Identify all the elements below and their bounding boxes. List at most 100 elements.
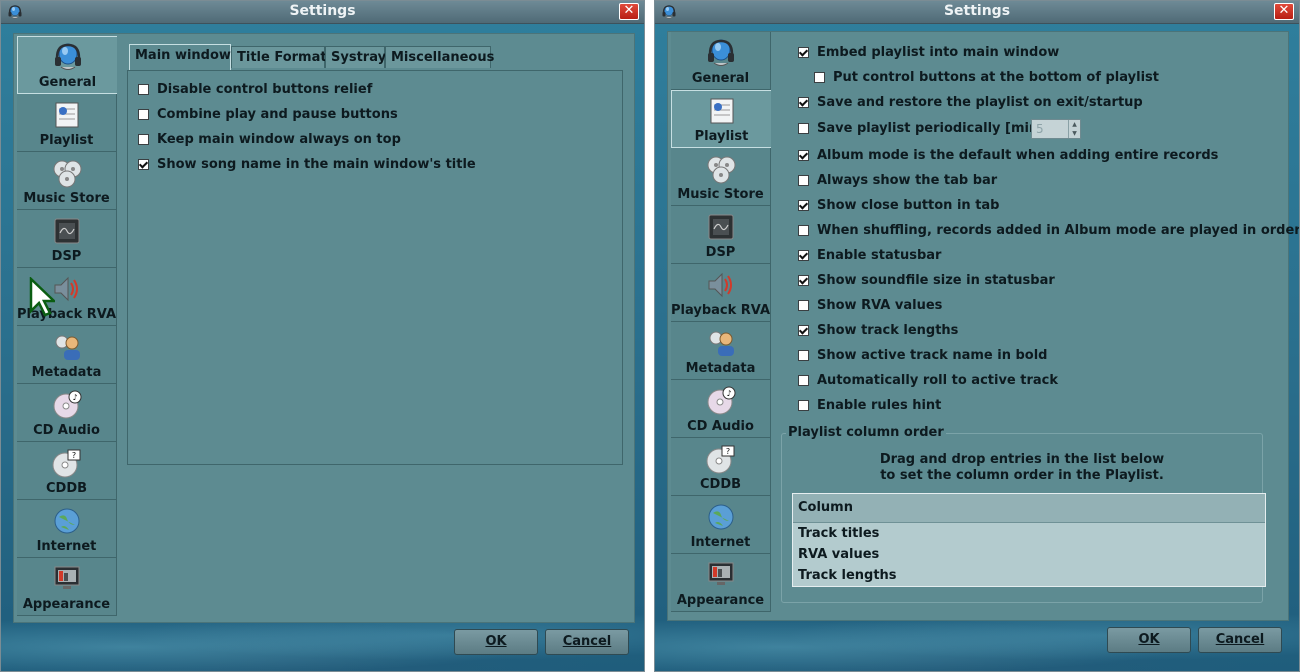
sidebar-item-general[interactable]: General [17, 36, 117, 94]
sidebar-item-appearance[interactable]: Appearance [671, 554, 771, 612]
checkbox-unchecked[interactable] [798, 299, 809, 311]
save-interval-value: 5 [1036, 122, 1044, 136]
settings-sidebar: General Playlist Music Store DSP Playback RV… [671, 32, 771, 612]
option-row[interactable]: Disable control buttons relief [138, 80, 372, 98]
option-label: Enable rules hint [817, 397, 942, 413]
checkbox-unchecked[interactable] [798, 224, 809, 236]
checkbox-checked[interactable] [798, 96, 809, 108]
list-item[interactable]: Track lengths [793, 565, 1265, 586]
option-row[interactable]: Always show the tab bar [798, 171, 997, 189]
option-row[interactable]: Show active track name in bold [798, 346, 1047, 364]
sidebar-item-label: Internet [36, 539, 97, 554]
title-bar[interactable]: Settings ✕ [655, 1, 1299, 24]
checkbox-checked[interactable] [798, 149, 809, 161]
settings-window-general: Settings ✕ General Playlist Music Store DSP… [0, 0, 645, 672]
checkbox-checked[interactable] [798, 274, 809, 286]
option-row[interactable]: Show soundfile size in statusbar [798, 271, 1055, 289]
sidebar-item-cd-audio[interactable]: CD Audio [671, 380, 771, 438]
tab-miscellaneous[interactable]: Miscellaneous [385, 46, 494, 68]
column-header[interactable]: Column [793, 494, 1265, 523]
sidebar-item-cddb[interactable]: CDDB [17, 442, 117, 500]
option-row[interactable]: Album mode is the default when adding en… [798, 146, 1218, 164]
sidebar-item-appearance[interactable]: Appearance [17, 558, 117, 616]
sidebar-item-cd-audio[interactable]: CD Audio [17, 384, 117, 442]
window-title: Settings [943, 3, 1011, 19]
option-row[interactable]: When shuffling, records added in Album m… [798, 221, 1299, 239]
checkbox-checked[interactable] [798, 199, 809, 211]
metadata-person-icon [705, 327, 737, 359]
ok-button[interactable]: OK [454, 629, 538, 655]
option-row[interactable]: Automatically roll to active track [798, 371, 1058, 389]
cddb-icon [51, 447, 83, 479]
option-row[interactable]: Embed playlist into main window [798, 43, 1059, 61]
option-label: Show RVA values [817, 297, 943, 313]
checkbox-unchecked[interactable] [798, 374, 809, 386]
option-label: Always show the tab bar [817, 172, 998, 188]
title-bar[interactable]: Settings ✕ [1, 1, 644, 24]
globe-icon [51, 505, 83, 537]
cancel-button[interactable]: Cancel [1198, 627, 1282, 653]
checkbox-unchecked[interactable] [798, 122, 809, 134]
checkbox-checked[interactable] [138, 158, 149, 170]
option-row[interactable]: Keep main window always on top [138, 130, 401, 148]
checkbox-unchecked[interactable] [798, 349, 809, 361]
description-line-1: Drag and drop entries in the list below [879, 452, 1165, 467]
tab-main-window[interactable]: Main window [129, 44, 231, 70]
spin-arrows-icon[interactable]: ▲ ▼ [1068, 120, 1080, 138]
option-label: Show song name in the main window's titl… [157, 156, 476, 172]
sidebar-item-dsp[interactable]: DSP [17, 210, 117, 268]
list-item[interactable]: Track titles [793, 523, 1265, 544]
globe-icon [705, 501, 737, 533]
option-row[interactable]: Show close button in tab [798, 196, 1000, 214]
checkbox-unchecked[interactable] [138, 108, 149, 120]
checkbox-checked[interactable] [798, 46, 809, 58]
sidebar-item-metadata[interactable]: Metadata [671, 322, 771, 380]
checkbox-unchecked[interactable] [138, 83, 149, 95]
monitor-icon [51, 563, 83, 595]
music-store-icon [705, 153, 737, 185]
option-label: Put control buttons at the bottom of pla… [833, 69, 1159, 85]
checkbox-unchecked[interactable] [798, 174, 809, 186]
sidebar-item-cddb[interactable]: CDDB [671, 438, 771, 496]
sidebar-item-general[interactable]: General [671, 32, 771, 90]
option-row[interactable]: Show song name in the main window's titl… [138, 155, 476, 173]
sidebar-item-playback-rva[interactable]: Playback RVA [671, 264, 771, 322]
checkbox-unchecked[interactable] [798, 399, 809, 411]
option-row[interactable]: Combine play and pause buttons [138, 105, 398, 123]
sidebar-item-label: Playlist [39, 133, 94, 148]
headphones-icon [705, 37, 737, 69]
column-order-list[interactable]: Column Track titles RVA values Track len… [792, 493, 1266, 587]
sidebar-item-dsp[interactable]: DSP [671, 206, 771, 264]
checkbox-unchecked[interactable] [138, 133, 149, 145]
sidebar-item-label: CDDB [699, 477, 742, 492]
save-interval-spinbox[interactable]: 5 ▲ ▼ [1031, 119, 1081, 139]
option-row[interactable]: Show RVA values [798, 296, 942, 314]
sidebar-item-internet[interactable]: Internet [671, 496, 771, 554]
tab-title-format[interactable]: Title Format [231, 46, 327, 68]
close-button[interactable]: ✕ [1274, 3, 1294, 20]
option-label: Show track lengths [817, 322, 959, 338]
checkbox-checked[interactable] [798, 324, 809, 336]
option-row[interactable]: Show track lengths [798, 321, 958, 339]
option-label: Enable statusbar [817, 247, 942, 263]
tab-systray[interactable]: Systray [325, 46, 386, 68]
option-row[interactable]: Save and restore the playlist on exit/st… [798, 93, 1143, 111]
option-row[interactable]: Enable statusbar [798, 246, 941, 264]
cancel-button[interactable]: Cancel [545, 629, 629, 655]
close-button[interactable]: ✕ [619, 3, 639, 20]
tab-page-main-window: Disable control buttons relief Combine pl… [127, 70, 623, 465]
ok-button[interactable]: OK [1107, 627, 1191, 653]
checkbox-checked[interactable] [798, 249, 809, 261]
sidebar-item-metadata[interactable]: Metadata [17, 326, 117, 384]
list-item[interactable]: RVA values [793, 544, 1265, 565]
sidebar-item-music-store[interactable]: Music Store [671, 148, 771, 206]
option-row[interactable]: Put control buttons at the bottom of pla… [814, 68, 1159, 86]
checkbox-unchecked[interactable] [814, 71, 825, 83]
option-row[interactable]: Save playlist periodically [min]: [798, 119, 1049, 137]
sidebar-item-playlist[interactable]: Playlist [671, 90, 771, 148]
option-row[interactable]: Enable rules hint [798, 396, 941, 414]
sidebar-item-playlist[interactable]: Playlist [17, 94, 117, 152]
sidebar-item-internet[interactable]: Internet [17, 500, 117, 558]
sidebar-item-label: CD Audio [33, 423, 100, 438]
sidebar-item-music-store[interactable]: Music Store [17, 152, 117, 210]
